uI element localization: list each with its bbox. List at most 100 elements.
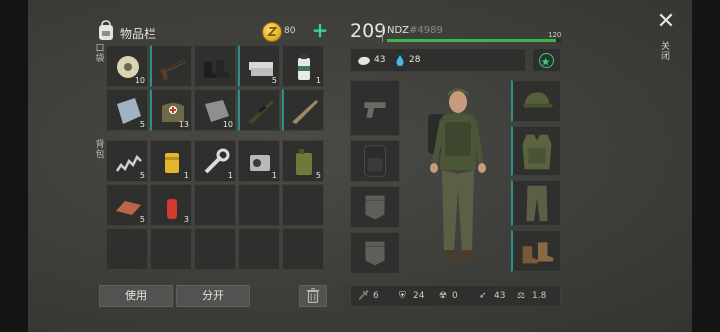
backpack-grid: 5 1 1 1 5 5 3 [106,140,324,270]
attack-value: 6 [373,291,379,301]
backpack-slot[interactable] [194,184,236,226]
backpack-slot[interactable]: 5 [106,184,148,226]
spray-can-icon [298,54,310,80]
backpack-slot[interactable]: 1 [238,140,280,182]
pocket-icon [365,241,385,266]
backpack-slot[interactable]: 1 [194,140,236,182]
close-label: 关闭 [660,42,670,62]
pocket-icon [365,195,385,220]
add-coins-button[interactable]: + [310,20,330,42]
pockets-slot[interactable]: 5 [106,89,148,131]
backpack-slot[interactable] [194,228,236,270]
weight-value: 1.8 [532,291,547,301]
pants-icon [526,185,548,222]
item-count: 5 [139,120,145,129]
attack-icon: 🗡 [358,291,370,301]
backpack-slot[interactable] [350,140,400,182]
survival-stats: 43 28 [350,48,526,72]
head-slot[interactable] [511,80,561,122]
torso-slot[interactable] [511,126,561,176]
item-count: 5 [271,76,277,85]
oil-filter-icon [165,153,179,173]
tactical-backpack-icon [364,145,386,177]
water-value: 28 [409,55,421,65]
inventory-title: 物品栏 [120,27,157,41]
inventory-header: 物品栏 Z 80 + [96,20,331,46]
xp-max: 120 [548,31,562,39]
item-count: 1 [271,171,277,180]
legs-slot[interactable] [511,180,561,226]
coin-icon: Z [262,22,282,42]
food-value: 43 [374,55,386,65]
backpack-slot[interactable]: 3 [150,184,192,226]
pockets-slot[interactable] [238,89,280,131]
food-icon [358,56,370,65]
pockets-slot[interactable]: 10 [106,45,148,87]
backpack-slot[interactable]: 5 [282,140,324,182]
spring-icon [115,154,142,172]
item-count: 10 [222,120,233,129]
backpack-icon [99,20,113,40]
item-count: 5 [139,215,145,224]
left-edge [0,0,28,332]
speed-icon: ➶ [479,291,487,301]
sniper-rifle-icon [248,100,274,124]
player-tag: #4989 [409,25,443,36]
trash-button[interactable] [299,285,327,307]
player-level: 209 [350,20,387,42]
pocket-slot-2[interactable] [350,232,400,274]
weapon-slot[interactable] [350,80,400,136]
boots-icon [522,242,554,264]
weight-icon: ⚖ [517,291,526,301]
level-separator [382,24,383,42]
pockets-label: 口袋 [95,44,105,64]
pockets-slot[interactable] [150,45,192,87]
backpack-slot[interactable]: 5 [106,140,148,182]
cap-icon [522,92,554,108]
radiation-icon: ☢ [439,291,448,301]
use-button[interactable]: 使用 [99,285,173,307]
trash-icon [306,288,320,303]
armor-icon: ⛨ [399,291,406,301]
tan-rifle-icon [292,100,318,124]
engine-part-icon [250,155,270,171]
player-name: NDZ#4989 [387,25,443,36]
item-count: 1 [227,171,233,180]
split-button[interactable]: 分开 [176,285,250,307]
backpack-slot[interactable] [238,184,280,226]
wrench-icon [204,148,230,174]
backpack-slot[interactable] [150,228,192,270]
player-name-text: NDZ [387,25,410,36]
pockets-slot[interactable]: 10 [194,89,236,131]
item-count: 1 [183,171,189,180]
inventory-screen: 物品栏 Z 80 + 口袋 背包 10 5 1 5 13 10 5 1 1 1 5 5 3 使用 分开… [0,0,720,332]
glass-shard-icon [117,98,141,124]
right-edge [692,0,720,332]
close-button[interactable]: ✕ [656,11,676,33]
backpack-label: 背包 [95,140,105,160]
feet-slot[interactable] [511,230,561,272]
backpack-slot[interactable]: 1 [150,140,192,182]
pockets-slot[interactable]: 1 [282,45,324,87]
vest-icon [522,134,552,170]
coin-count: 80 [284,26,296,36]
backpack-slot[interactable] [238,228,280,270]
status-slot[interactable] [532,48,561,72]
backpack-slot[interactable] [282,184,324,226]
star-badge-icon [539,53,554,68]
pockets-slot[interactable] [282,89,324,131]
fuel-can-icon [296,149,312,175]
pockets-slot[interactable]: 5 [238,45,280,87]
backpack-slot[interactable] [282,228,324,270]
pistol-icon [364,102,386,118]
copper-bar-icon [116,201,141,215]
pockets-slot[interactable] [194,45,236,87]
pockets-slot[interactable]: 13 [150,89,192,131]
pocket-slot-1[interactable] [350,186,400,228]
defense-value: 24 [413,291,425,301]
xp-bar-fill [387,39,556,42]
boots-icon [204,60,229,78]
item-count: 3 [183,215,189,224]
speed-value: 43 [494,291,506,301]
backpack-slot[interactable] [106,228,148,270]
